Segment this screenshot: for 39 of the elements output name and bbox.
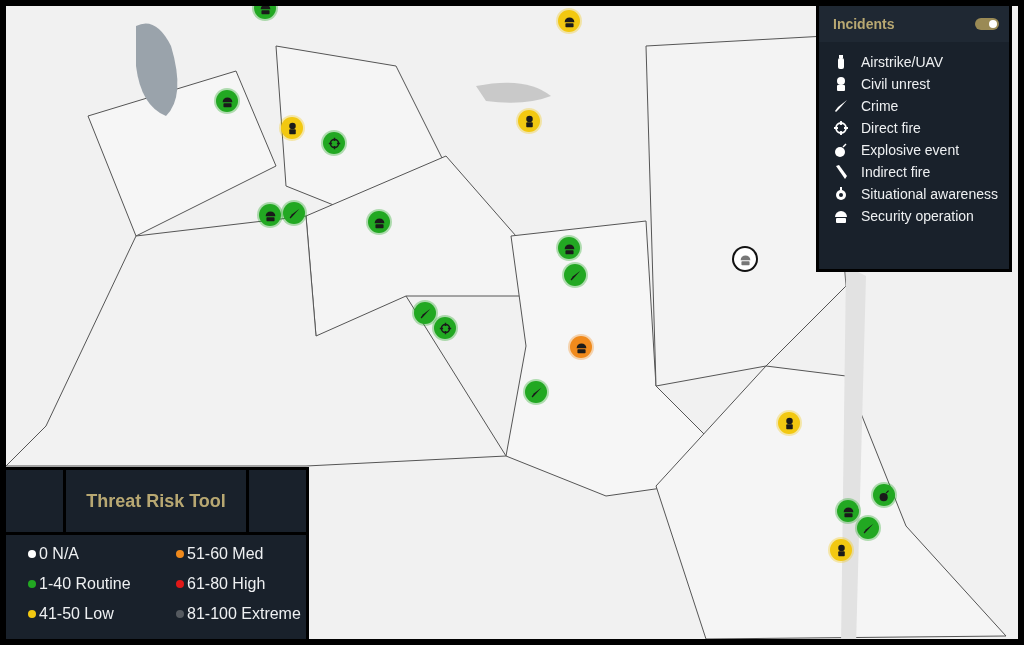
helmet-icon — [220, 94, 234, 108]
legend-label: Situational awareness — [861, 186, 998, 202]
incident-marker[interactable] — [734, 248, 756, 270]
legend-label: Security operation — [861, 208, 974, 224]
legend-label: 81-100 Extreme — [187, 605, 301, 623]
legend-label: Indirect fire — [861, 164, 931, 180]
helmet-icon — [263, 208, 277, 222]
legend-label: 1-40 Routine — [39, 575, 131, 593]
helmet-icon — [833, 208, 849, 224]
helmet-icon — [372, 215, 386, 229]
helmet-icon — [574, 340, 588, 354]
legend-label: 61-80 High — [187, 575, 266, 593]
crosshair-icon — [327, 136, 341, 150]
legend-label: 51-60 Med — [187, 545, 264, 563]
panel-title: Threat Risk Tool — [63, 470, 249, 532]
legend-label: Civil unrest — [861, 76, 931, 92]
knife-icon — [418, 306, 432, 320]
toggle-switch[interactable] — [975, 18, 999, 30]
helmet-icon — [258, 6, 272, 15]
panel-title: Incidents — [833, 16, 895, 32]
grenade-icon — [877, 488, 891, 502]
helmet-icon — [738, 252, 752, 266]
legend-label: Direct fire — [861, 120, 921, 136]
helmet-icon — [562, 241, 576, 255]
knife-icon — [833, 98, 849, 114]
crosshair-icon — [438, 321, 452, 335]
knife-icon — [529, 385, 543, 399]
knife-icon — [861, 521, 875, 535]
legend-label: 41-50 Low — [39, 605, 114, 623]
legend-label: Airstrike/UAV — [861, 54, 944, 70]
rocket-icon — [833, 164, 849, 180]
crosshair-icon — [833, 120, 849, 136]
legend-label: Crime — [861, 98, 899, 114]
legend-label: Explosive event — [861, 142, 960, 158]
grenade-icon — [833, 142, 849, 158]
knife-icon — [568, 268, 582, 282]
legend-label: 0 N/A — [39, 545, 79, 563]
helmet-icon — [841, 504, 855, 518]
helmet-icon — [562, 14, 576, 28]
